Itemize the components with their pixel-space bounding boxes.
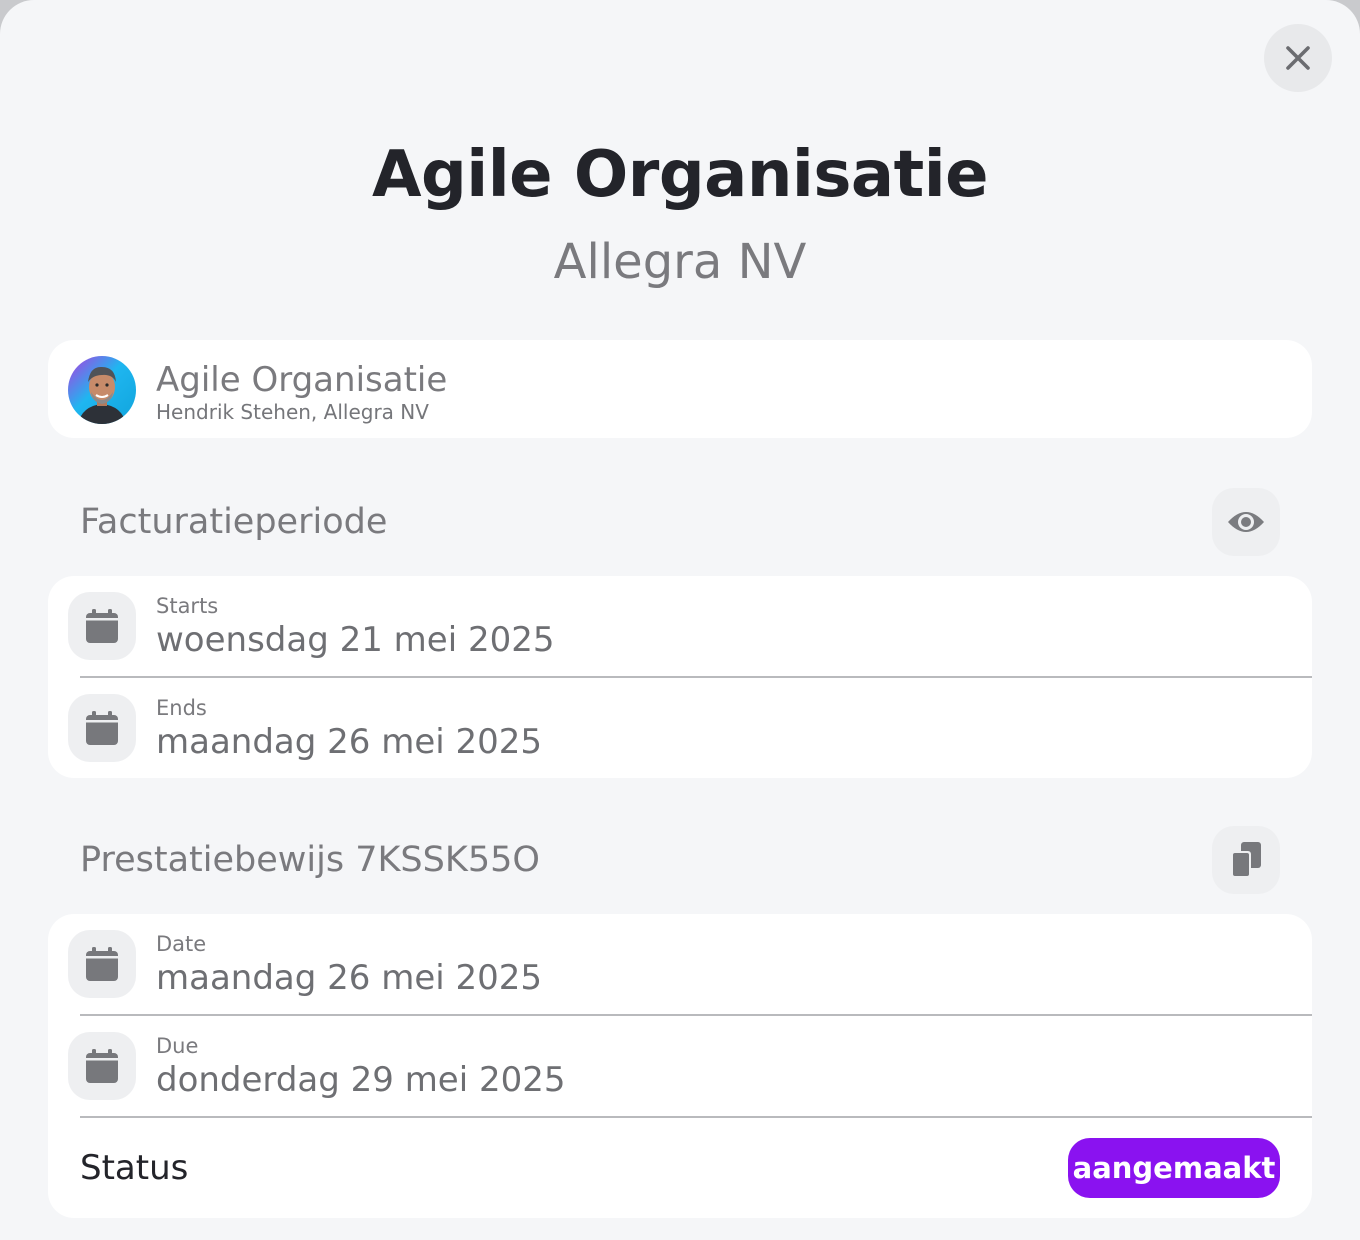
date-row[interactable]: Date maandag 26 mei 2025 xyxy=(48,914,1312,1014)
billing-period-card: Starts woensdag 21 mei 2025 Ends maandag… xyxy=(48,576,1312,778)
status-label: Status xyxy=(80,1148,189,1188)
close-button[interactable] xyxy=(1264,24,1332,92)
avatar xyxy=(68,356,136,424)
eye-icon xyxy=(1228,512,1264,532)
calendar-icon xyxy=(68,592,136,660)
invoice-modal: Agile Organisatie Allegra NV Agile Organ… xyxy=(0,0,1360,1240)
due-label: Due xyxy=(156,1034,199,1058)
date-value: maandag 26 mei 2025 xyxy=(156,958,543,998)
start-date-row[interactable]: Starts woensdag 21 mei 2025 xyxy=(48,576,1312,676)
billing-period-title: Facturatieperiode xyxy=(80,502,388,542)
status-badge[interactable]: aangemaakt xyxy=(1068,1138,1280,1198)
date-label: Date xyxy=(156,932,207,956)
end-value: maandag 26 mei 2025 xyxy=(156,722,543,762)
calendar-icon xyxy=(68,1032,136,1100)
due-row[interactable]: Due donderdag 29 mei 2025 xyxy=(48,1016,1312,1116)
calendar-icon xyxy=(68,694,136,762)
close-icon xyxy=(1286,46,1310,70)
contact-name: Agile Organisatie xyxy=(156,360,448,400)
contact-subline: Hendrik Stehen, Allegra NV xyxy=(156,400,429,424)
copy-button[interactable] xyxy=(1212,826,1280,894)
calendar-icon xyxy=(68,930,136,998)
start-label: Starts xyxy=(156,594,219,618)
proof-title: Prestatiebewijs 7KSSK55O xyxy=(80,840,540,880)
copy-icon xyxy=(1231,842,1261,878)
divider xyxy=(80,1116,1312,1118)
end-label: Ends xyxy=(156,696,207,720)
view-button[interactable] xyxy=(1212,488,1280,556)
proof-card: Date maandag 26 mei 2025 Due donderdag 2… xyxy=(48,914,1312,1218)
contact-card[interactable]: Agile Organisatie Hendrik Stehen, Allegr… xyxy=(48,340,1312,438)
end-date-row[interactable]: Ends maandag 26 mei 2025 xyxy=(48,678,1312,778)
page-title: Agile Organisatie xyxy=(371,138,989,212)
page-subtitle: Allegra NV xyxy=(553,234,807,290)
start-value: woensdag 21 mei 2025 xyxy=(156,620,555,660)
due-value: donderdag 29 mei 2025 xyxy=(156,1060,566,1100)
